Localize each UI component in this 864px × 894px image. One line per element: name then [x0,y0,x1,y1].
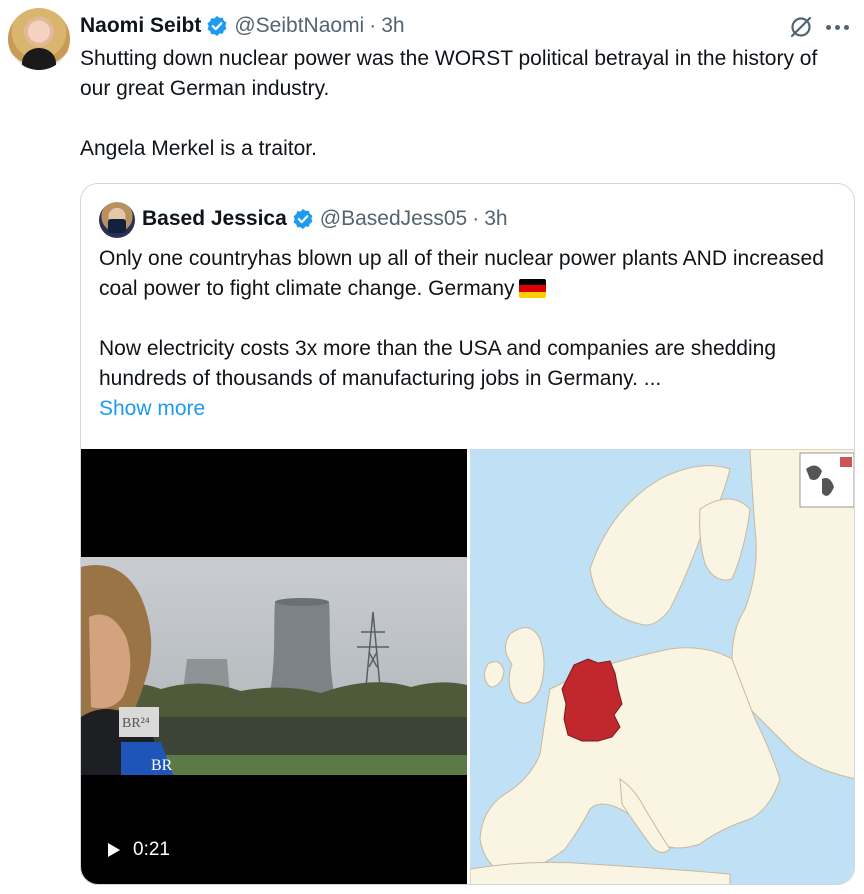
video-player[interactable]: BR²⁴ BR 0:21 [81,449,467,884]
grok-icon[interactable] [788,14,814,40]
quote-header: Based Jessica @BasedJess05 · 3h [142,205,508,233]
quoted-tweet-card[interactable]: Based Jessica @BasedJess05 · 3h Only one… [80,183,855,885]
quote-timestamp[interactable]: 3h [484,207,507,231]
video-controls[interactable]: 0:21 [107,839,170,861]
tweet-text: Shutting down nuclear power was the WORS… [80,44,820,164]
verified-badge-icon [293,209,313,229]
verified-badge-icon [207,16,227,36]
author-avatar[interactable] [8,8,70,70]
quote-paragraph: Only one countryhas blown up all of thei… [99,244,839,304]
tweet-timestamp[interactable]: 3h [381,12,404,40]
quote-paragraph-text: Only one countryhas blown up all of thei… [99,247,824,300]
show-more-link[interactable]: Show more [99,395,205,423]
video-duration: 0:21 [133,839,170,860]
header-separator: · [369,14,377,37]
br24-logo: BR²⁴ [122,716,150,731]
europe-map-image[interactable] [470,449,854,884]
quote-author-name[interactable]: Based Jessica [142,207,287,231]
quote-author-avatar[interactable] [99,202,135,238]
more-options-icon[interactable] [820,14,854,40]
tweet-header: Naomi Seibt @SeibtNaomi · 3h [80,12,405,40]
author-name[interactable]: Naomi Seibt [80,12,201,40]
quote-text: Only one countryhas blown up all of thei… [99,244,839,394]
tweet-paragraph: Angela Merkel is a traitor. [80,137,317,160]
germany-flag-icon [518,279,546,298]
play-icon[interactable] [107,842,121,858]
tweet-paragraph: Shutting down nuclear power was the WORS… [80,47,818,100]
quote-header-separator: · [472,207,480,230]
svg-text:BR: BR [151,757,173,774]
quote-author-handle[interactable]: @BasedJess05 [320,207,467,231]
video-frame-image: BR²⁴ BR [81,557,467,775]
author-handle[interactable]: @SeibtNaomi [234,12,364,40]
quote-paragraph: Now electricity costs 3x more than the U… [99,337,777,390]
